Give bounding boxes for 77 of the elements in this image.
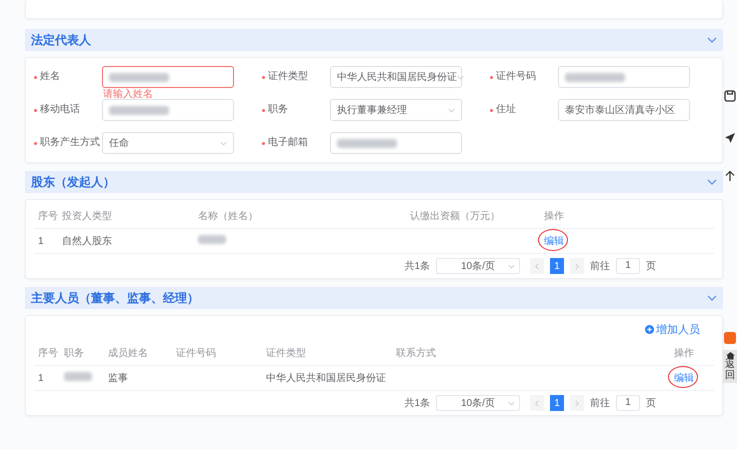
field-label: 证件类型	[268, 71, 309, 83]
column-header: 序号	[38, 346, 59, 360]
section-title: 主要人员（董事、监事、经理）	[31, 290, 199, 306]
previous-page-button[interactable]	[530, 395, 544, 411]
column-header: 操作	[544, 210, 565, 223]
chevron-down-icon	[707, 295, 717, 301]
select-field[interactable]: 执行董事兼经理	[330, 99, 462, 121]
field-label: 移动电话	[40, 104, 81, 116]
table-cell-text: 1	[38, 236, 45, 246]
section-header[interactable]: 股东（发起人）	[25, 171, 723, 193]
column-header: 投资人类型	[62, 210, 113, 223]
column-header: 成员姓名	[108, 346, 149, 360]
section-title: 股东（发起人）	[31, 174, 115, 190]
goto-label: 前往	[590, 260, 610, 273]
input-field[interactable]	[102, 99, 234, 121]
chevron-down-icon	[707, 37, 717, 43]
error-message: 请输入姓名	[103, 89, 153, 100]
previous-page-button[interactable]	[530, 258, 544, 274]
page-button[interactable]: 1	[550, 395, 564, 411]
chevron-down-icon	[508, 400, 515, 406]
input-field[interactable]	[558, 66, 690, 88]
column-header: 证件号码	[176, 347, 217, 360]
send-icon[interactable]	[724, 132, 736, 144]
table-cell-text: 自然人股东	[62, 234, 113, 248]
goto-label: 前往	[590, 396, 610, 410]
next-page-button[interactable]	[570, 395, 584, 411]
page-size-select[interactable]: 10条/页	[436, 258, 520, 274]
edit-link[interactable]: 编辑	[674, 373, 694, 384]
chevron-right-icon	[575, 400, 579, 406]
column-header: 操作	[674, 347, 695, 360]
field-label: 电子邮箱	[268, 137, 309, 149]
logo-icon[interactable]	[724, 332, 736, 344]
column-header: 名称（姓名）	[198, 210, 259, 223]
page-suffix: 页	[646, 260, 656, 273]
total-count: 共1条	[404, 260, 430, 273]
edit-link[interactable]: 编辑	[544, 236, 564, 247]
next-page-button[interactable]	[570, 258, 584, 274]
field-label: 职务产生方式	[40, 137, 101, 149]
field-label: 住址	[496, 104, 517, 116]
page-input[interactable]: 1	[616, 395, 640, 411]
chevron-down-icon	[457, 74, 464, 80]
save-icon[interactable]	[724, 90, 736, 102]
chevron-down-icon	[448, 108, 455, 112]
input-field[interactable]	[330, 132, 462, 154]
chevron-left-icon	[535, 400, 539, 406]
chevron-down-icon	[707, 179, 717, 185]
column-header: 联系方式	[396, 346, 437, 360]
field-label: 姓名	[40, 71, 61, 83]
plus-circle-icon	[645, 325, 654, 334]
house-icon	[726, 352, 734, 359]
column-header: 认缴出资额（万元）	[410, 210, 501, 223]
arrow-up-icon[interactable]	[724, 170, 736, 182]
add-person-button[interactable]: 增加人员	[645, 322, 700, 337]
chevron-down-icon	[508, 264, 515, 268]
page-input[interactable]: 1	[616, 258, 640, 274]
page-suffix: 页	[646, 397, 656, 410]
page-size-select[interactable]: 10条/页	[436, 395, 520, 411]
input-field[interactable]: 泰安市泰山区清真寺小区	[558, 99, 690, 121]
select-field[interactable]: 中华人民共和国居民身份证	[330, 66, 462, 88]
select-field[interactable]: 任命	[102, 132, 234, 154]
column-header: 序号	[38, 210, 59, 223]
total-count: 共1条	[404, 396, 430, 410]
section-header[interactable]: 主要人员（董事、监事、经理）	[25, 287, 723, 309]
column-header: 证件类型	[266, 346, 307, 360]
field-label: 职务	[268, 104, 289, 116]
page-button[interactable]: 1	[550, 258, 564, 274]
home-button[interactable]: 返回	[723, 350, 737, 383]
section-header[interactable]: 法定代表人	[25, 29, 723, 51]
chevron-right-icon	[575, 262, 579, 270]
chevron-left-icon	[535, 262, 539, 270]
table-cell-text: 中华人民共和国居民身份证	[266, 372, 387, 385]
chevron-down-icon	[220, 140, 227, 146]
section-title: 法定代表人	[31, 32, 91, 48]
column-header: 职务	[64, 347, 85, 360]
table-cell-text: 监事	[108, 372, 129, 385]
field-label: 证件号码	[496, 71, 537, 83]
table-cell-text: 1	[38, 372, 45, 384]
